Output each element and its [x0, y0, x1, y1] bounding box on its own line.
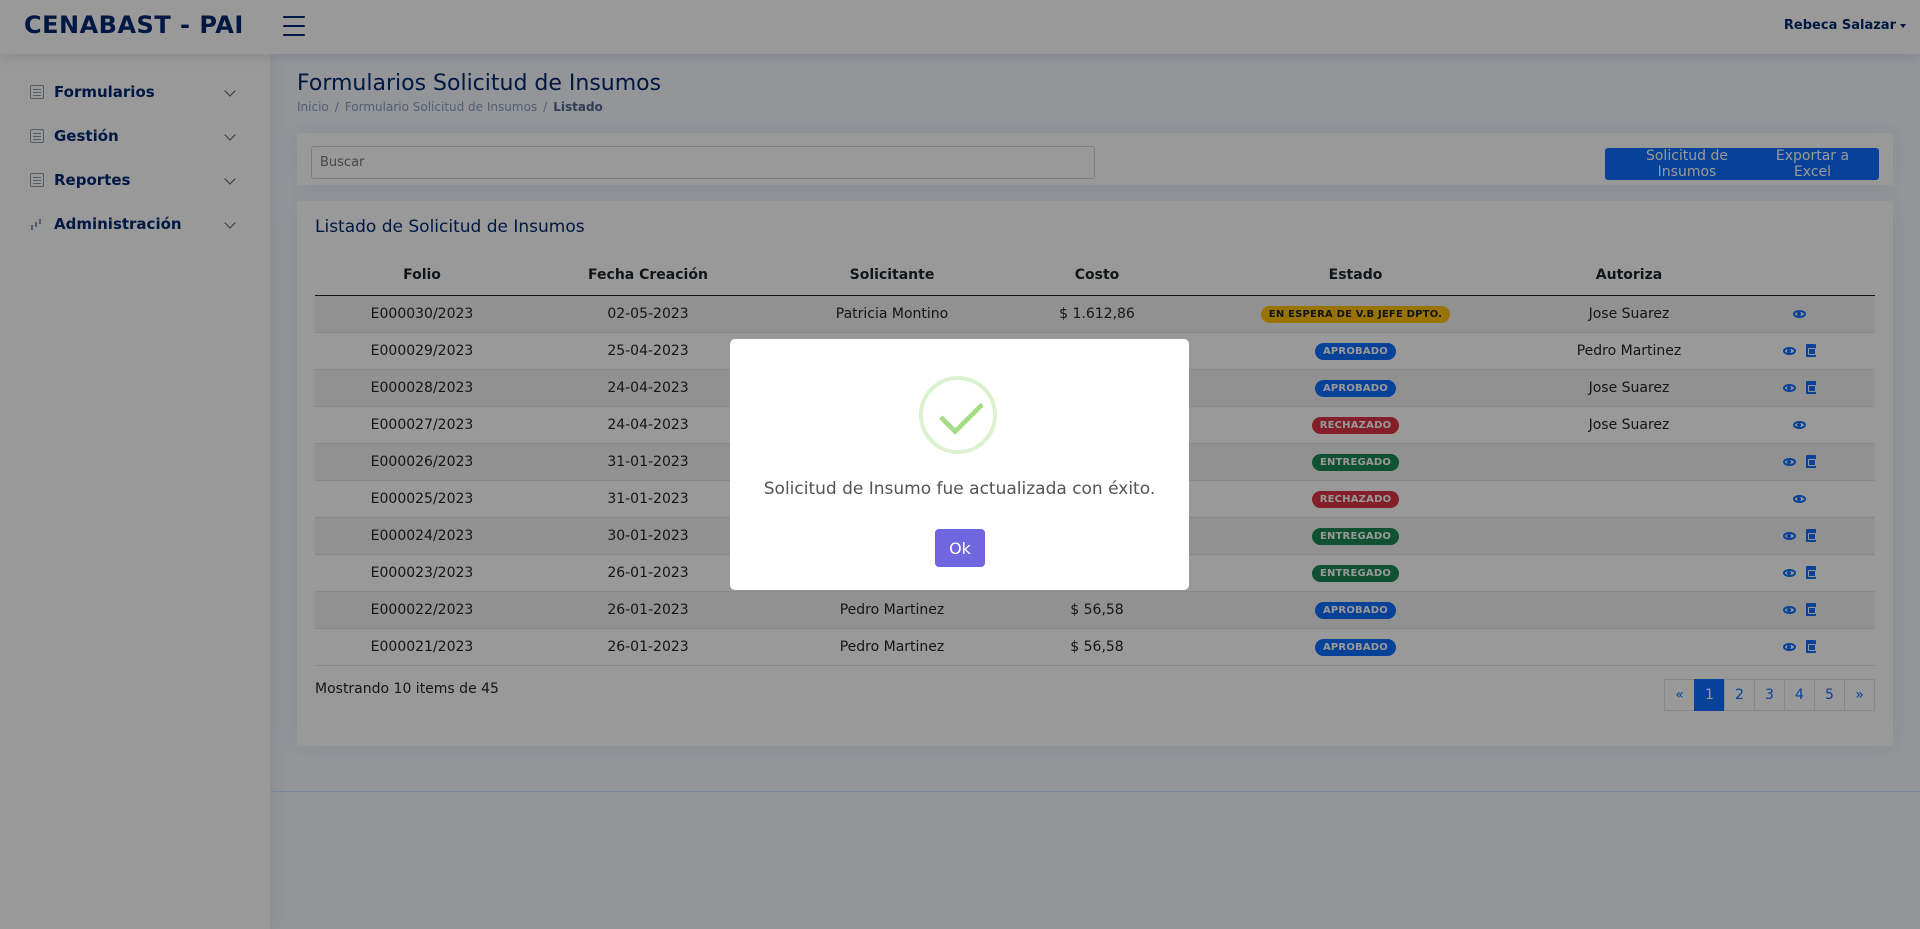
- dialog-message: Solicitud de Insumo fue actualizada con …: [763, 479, 1156, 499]
- success-check-icon: [919, 376, 997, 454]
- ok-button[interactable]: Ok: [935, 529, 985, 567]
- success-dialog: Solicitud de Insumo fue actualizada con …: [730, 339, 1189, 590]
